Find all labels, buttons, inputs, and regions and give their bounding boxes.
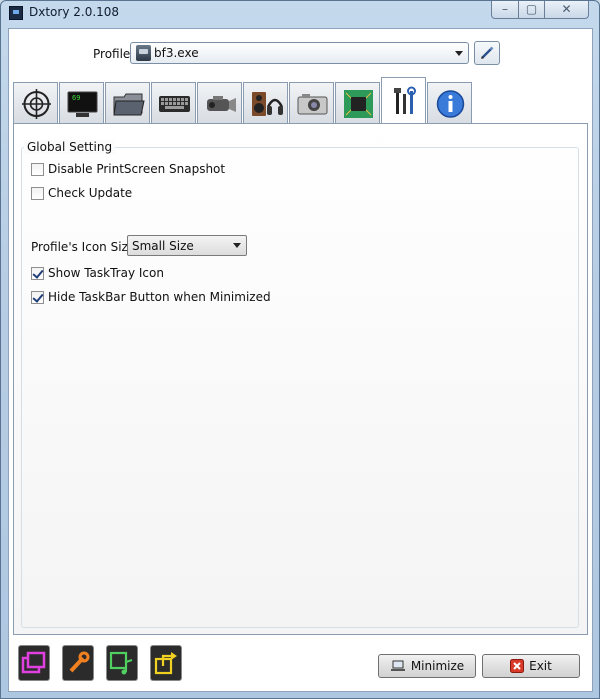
tab-codec[interactable] [335, 82, 380, 123]
global-setting-title: Global Setting [24, 140, 116, 154]
show-tasktray-row[interactable]: Show TaskTray Icon [31, 265, 164, 281]
title-bar[interactable]: Dxtory 2.0.108 – ▢ ✕ [1, 1, 599, 27]
minimize-button[interactable]: Minimize [378, 654, 476, 678]
chevron-down-icon [233, 243, 241, 248]
app-window: Dxtory 2.0.108 – ▢ ✕ Profile bf3.exe 69 … [0, 0, 600, 699]
tools-icon [394, 86, 416, 114]
audio-icon [252, 92, 283, 116]
export-button[interactable] [150, 645, 182, 681]
overlay-button[interactable] [18, 645, 50, 681]
settings-panel: Global Setting Disable PrintScreen Snaps… [13, 123, 588, 635]
window-controls: – ▢ ✕ [491, 1, 589, 19]
edit-profile-button[interactable] [474, 41, 500, 65]
camcorder-icon [207, 96, 236, 112]
icon-size-select[interactable]: Small Size [127, 235, 247, 256]
app-icon [9, 6, 23, 20]
folder-icon [113, 93, 145, 116]
profile-select[interactable]: bf3.exe [130, 42, 469, 64]
monitor-fps-text: 69 [72, 94, 80, 102]
minimize-button-label: Minimize [410, 659, 465, 673]
windows-stack-icon [21, 651, 46, 674]
profile-label: Profile [93, 47, 131, 61]
check-update-label: Check Update [48, 186, 133, 200]
tab-crosshair[interactable] [13, 82, 58, 123]
wrench-icon [69, 651, 90, 673]
show-tasktray-checkbox[interactable] [31, 266, 44, 280]
show-tasktray-label: Show TaskTray Icon [48, 266, 164, 280]
minimize-window-button[interactable]: – [491, 1, 519, 19]
hide-taskbar-checkbox[interactable] [31, 290, 44, 304]
music-window-icon [109, 651, 133, 675]
tab-folder[interactable] [105, 82, 150, 123]
icon-size-value: Small Size [132, 239, 194, 253]
tab-camcorder[interactable] [197, 82, 242, 123]
check-update-row[interactable]: Check Update [31, 185, 132, 201]
global-setting-group [21, 147, 579, 628]
profile-value: bf3.exe [154, 46, 199, 60]
maximize-icon: ▢ [525, 2, 538, 16]
exit-button[interactable]: Exit [482, 654, 580, 678]
profile-app-icon [136, 45, 151, 61]
exit-button-label: Exit [529, 659, 552, 673]
chip-icon [344, 90, 373, 118]
audio-button[interactable] [106, 645, 138, 681]
hide-taskbar-label: Hide TaskBar Button when Minimized [48, 290, 271, 304]
check-update-checkbox[interactable] [31, 186, 44, 200]
tab-video[interactable]: 69 [59, 82, 104, 123]
close-icon [510, 659, 525, 673]
pencil-icon [481, 46, 494, 59]
hide-taskbar-row[interactable]: Hide TaskBar Button when Minimized [31, 289, 271, 305]
camera-icon [297, 94, 328, 115]
tab-audio[interactable] [243, 82, 288, 123]
tools-button[interactable] [62, 645, 94, 681]
icon-size-label: Profile's Icon Size [31, 240, 136, 254]
info-icon [436, 90, 465, 118]
maximize-window-button[interactable]: ▢ [519, 1, 545, 19]
tab-info[interactable] [427, 82, 472, 123]
crosshair-icon [22, 89, 51, 119]
client-area: Profile bf3.exe 69 Global Setting Disabl… [8, 28, 593, 692]
close-window-button[interactable]: ✕ [545, 1, 589, 19]
disable-printscreen-checkbox[interactable] [31, 162, 44, 176]
laptop-icon [390, 660, 405, 671]
tab-screenshot[interactable] [289, 82, 334, 123]
tab-keyboard[interactable] [151, 82, 196, 123]
tab-settings[interactable] [381, 77, 426, 124]
disable-printscreen-label: Disable PrintScreen Snapshot [48, 162, 226, 176]
disable-printscreen-row[interactable]: Disable PrintScreen Snapshot [31, 161, 225, 177]
minimize-icon: – [502, 2, 508, 16]
close-icon: ✕ [561, 2, 572, 16]
keyboard-icon [159, 96, 190, 112]
chevron-down-icon [455, 51, 463, 56]
export-icon [154, 652, 177, 675]
window-title: Dxtory 2.0.108 [29, 5, 120, 19]
monitor-icon: 69 [67, 91, 98, 117]
